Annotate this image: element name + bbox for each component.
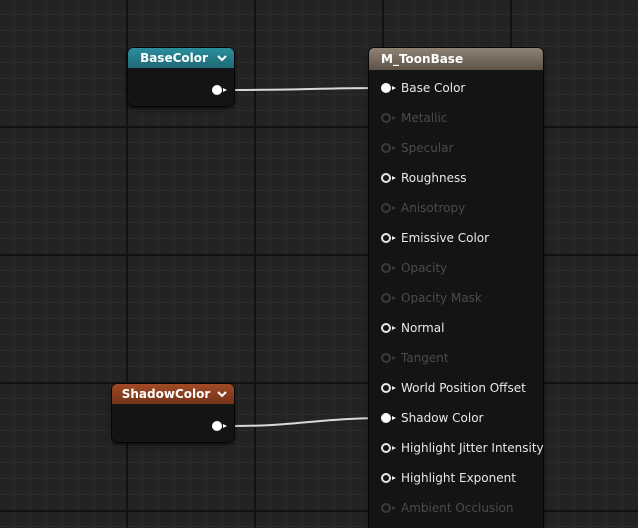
input-pin-label: Normal	[401, 321, 445, 335]
material-input-row[interactable]: Normal	[369, 318, 543, 338]
input-pin-label: Tangent	[401, 351, 449, 365]
chevron-down-icon[interactable]	[216, 388, 228, 400]
input-pin[interactable]	[381, 173, 396, 183]
input-pin-label: Anisotropy	[401, 201, 466, 215]
input-pin-label: Metallic	[401, 111, 448, 125]
basecolor-parameter-node[interactable]: BaseColor	[128, 48, 234, 106]
wire-shadowcolor-to-shadow-color[interactable]	[231, 417, 386, 427]
input-pin-label: Opacity Mask	[401, 291, 482, 305]
input-pin-label: Specular	[401, 141, 454, 155]
input-pin[interactable]	[381, 233, 396, 243]
input-pin[interactable]	[381, 473, 396, 483]
material-input-row[interactable]: Metallic	[369, 108, 543, 128]
material-graph-canvas[interactable]: BaseColor ShadowColor M_ToonBase Base Co…	[0, 0, 638, 528]
basecolor-output-pin[interactable]	[212, 85, 227, 95]
input-pin[interactable]	[381, 443, 396, 453]
input-pin[interactable]	[381, 383, 396, 393]
input-pin[interactable]	[381, 143, 396, 153]
material-input-row[interactable]: Opacity	[369, 258, 543, 278]
input-pin[interactable]	[381, 113, 396, 123]
material-node-header[interactable]: M_ToonBase	[369, 48, 543, 70]
material-input-row[interactable]: Highlight Exponent	[369, 468, 543, 488]
chevron-down-icon[interactable]	[216, 52, 228, 64]
shadowcolor-node-header[interactable]: ShadowColor	[112, 384, 234, 404]
input-pin[interactable]	[381, 323, 396, 333]
input-pin-label: World Position Offset	[401, 381, 526, 395]
material-input-row[interactable]: Anisotropy	[369, 198, 543, 218]
input-pin-label: Emissive Color	[401, 231, 490, 245]
wire-basecolor-to-base-color[interactable]	[231, 87, 386, 91]
material-input-row[interactable]: Highlight Jitter Intensity	[369, 438, 544, 458]
input-pin-label: Highlight Jitter Intensity	[401, 441, 544, 455]
input-pin-label: Ambient Occlusion	[401, 501, 514, 515]
input-pin-label: Shadow Color	[401, 411, 484, 425]
material-input-row[interactable]: Shadow Color	[369, 408, 543, 428]
material-input-row[interactable]: Base Color	[369, 78, 543, 98]
material-node-title: M_ToonBase	[381, 52, 464, 66]
input-pin[interactable]	[381, 203, 396, 213]
material-input-row[interactable]: Tangent	[369, 348, 543, 368]
input-pin-label: Opacity	[401, 261, 448, 275]
input-pin-label: Roughness	[401, 171, 467, 185]
material-input-row[interactable]: Emissive Color	[369, 228, 543, 248]
shadowcolor-output-pin[interactable]	[212, 421, 227, 431]
shadowcolor-parameter-node[interactable]: ShadowColor	[112, 384, 234, 442]
basecolor-node-header[interactable]: BaseColor	[128, 48, 234, 68]
material-input-row[interactable]: World Position Offset	[369, 378, 543, 398]
input-pin-label: Highlight Exponent	[401, 471, 516, 485]
material-input-row[interactable]: Ambient Occlusion	[369, 498, 543, 518]
input-pin[interactable]	[381, 503, 396, 513]
material-input-row[interactable]: Roughness	[369, 168, 543, 188]
input-pin[interactable]	[381, 353, 396, 363]
material-result-node[interactable]: M_ToonBase Base Color Metallic Specular Rou…	[369, 48, 544, 528]
input-pin[interactable]	[381, 413, 396, 423]
input-pin[interactable]	[381, 293, 396, 303]
material-input-row[interactable]: Specular	[369, 138, 543, 158]
material-input-row[interactable]: Opacity Mask	[369, 288, 543, 308]
input-pin[interactable]	[381, 263, 396, 273]
shadowcolor-node-title: ShadowColor	[121, 387, 211, 401]
basecolor-node-title: BaseColor	[140, 51, 208, 65]
input-pin-label: Base Color	[401, 81, 466, 95]
input-pin[interactable]	[381, 83, 396, 93]
